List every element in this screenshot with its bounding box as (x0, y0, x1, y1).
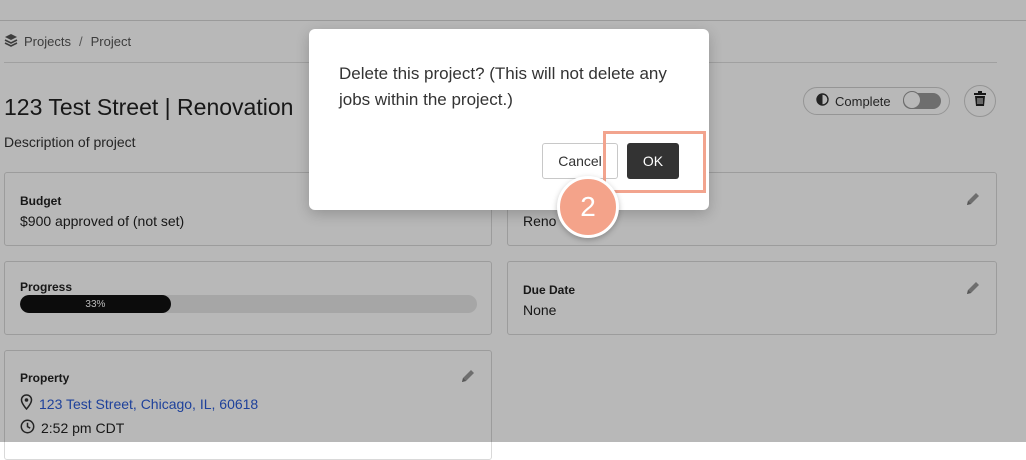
step-number-badge: 2 (557, 176, 619, 238)
ok-button-highlight (603, 131, 706, 193)
dialog-message: Delete this project? (This will not dele… (339, 64, 667, 109)
